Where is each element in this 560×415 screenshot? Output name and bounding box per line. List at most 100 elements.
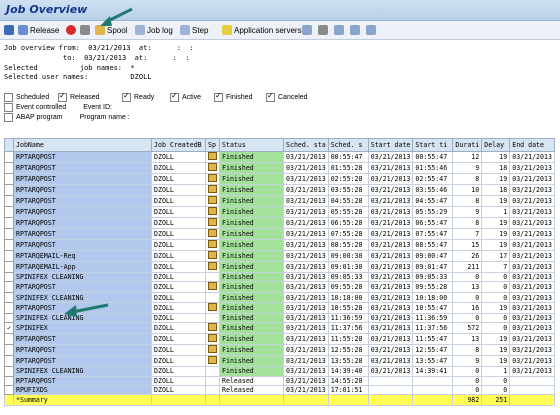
spool-icon[interactable] — [208, 185, 217, 193]
filter-abap-program[interactable]: ABAP program Program name : — [4, 113, 130, 122]
job-log-button[interactable]: Job log — [135, 24, 173, 36]
table-row[interactable]: RPTARQPOST DZOLL Finished 03/21/2013 11:55:2… — [4, 333, 555, 346]
finished-checkbox[interactable] — [214, 91, 223, 102]
release-button[interactable]: Release — [18, 24, 59, 36]
row-select-checkbox[interactable] — [4, 366, 14, 377]
table-row[interactable]: RPTARQPOST DZOLL Finished 03/21/2013 08:55:2… — [4, 239, 555, 251]
column-header[interactable]: Start date — [367, 138, 414, 152]
spool-icon[interactable] — [208, 323, 217, 332]
table-row[interactable]: ✓ SPINIFEX DZOLL Finished 03/21/2013 11:37:56… — [4, 322, 555, 335]
table-row[interactable]: RPTARQPOST DZOLL Finished 03/21/2013 03:55:2… — [4, 184, 555, 196]
spool-icon[interactable] — [208, 303, 217, 311]
filter-active[interactable]: Active — [170, 91, 201, 102]
table-row[interactable]: RPTARQEMAIL-Req DZOLL Finished 03/21/2013 09… — [4, 250, 555, 262]
filter-event-controlled[interactable]: Event controlled Event ID: — [4, 103, 112, 112]
column-header[interactable]: Sched. sta — [283, 138, 329, 152]
table-row[interactable]: RPTARQPOST DZOLL Finished 03/21/2013 13:55:2… — [4, 355, 555, 368]
row-select-checkbox[interactable] — [4, 312, 14, 324]
delete-button[interactable] — [80, 24, 90, 36]
event-controlled-checkbox[interactable] — [4, 103, 13, 112]
filter-released[interactable]: Released — [58, 91, 100, 102]
details-button[interactable] — [302, 24, 312, 36]
column-header[interactable]: Sp — [205, 138, 220, 152]
spool-icon[interactable] — [208, 218, 217, 226]
column-header[interactable]: Durati — [452, 138, 483, 152]
table-row[interactable]: RPTARQPOST DZOLL Finished 03/21/2013 12:55:2… — [4, 344, 555, 357]
table-row[interactable]: RPTARQPOST DZOLL Finished 03/21/2013 06:55:2… — [4, 217, 555, 229]
table-row[interactable]: RPUFIXDS DZOLL Released 03/21/2013 17:01:51 0… — [4, 384, 555, 396]
row-select-checkbox[interactable]: ✓ — [4, 322, 14, 335]
row-select-checkbox[interactable] — [4, 333, 14, 346]
row-select-checkbox[interactable] — [4, 239, 14, 251]
row-select-checkbox[interactable] — [4, 195, 14, 207]
spool-icon[interactable] — [208, 262, 217, 270]
table-row[interactable]: RPTARQPOST DZOLL Finished 03/21/2013 04:55:2… — [4, 195, 555, 207]
row-select-checkbox[interactable] — [4, 292, 14, 303]
column-header[interactable]: Status — [219, 138, 284, 152]
row-select-checkbox[interactable] — [4, 151, 14, 163]
spool-icon[interactable] — [208, 345, 217, 354]
filter-ready[interactable]: Ready — [122, 91, 154, 102]
row-select-checkbox[interactable] — [4, 184, 14, 196]
table-row[interactable]: RPTARQPOST DZOLL Finished 03/21/2013 02:55:2… — [4, 173, 555, 185]
filter-scheduled[interactable]: Scheduled — [4, 93, 49, 102]
column-header[interactable]: Job CreatedB — [151, 138, 206, 152]
stop-button[interactable] — [66, 24, 76, 36]
column-header[interactable]: JobName — [13, 138, 152, 152]
row-select-checkbox[interactable] — [4, 375, 14, 386]
column-header[interactable]: End date — [509, 138, 555, 152]
row-select-checkbox[interactable] — [4, 344, 14, 357]
refresh-button[interactable] — [4, 24, 14, 36]
table-row[interactable]: RPTARQPOST DZOLL Finished 03/21/2013 00:55:4… — [4, 151, 555, 163]
table-row[interactable]: RPTARQPOST DZOLL Finished 03/21/2013 01:55:2… — [4, 162, 555, 174]
row-select-checkbox[interactable] — [4, 301, 14, 314]
application-servers-button[interactable]: Application servers — [222, 24, 302, 36]
released-checkbox[interactable] — [58, 91, 67, 102]
spool-icon[interactable] — [208, 334, 217, 343]
row-select-checkbox[interactable] — [4, 250, 14, 262]
row-select-checkbox[interactable] — [4, 271, 14, 283]
spool-icon[interactable] — [208, 207, 217, 215]
table-row[interactable]: SPINIFEX CLEANING DZOLL Finished 03/21/2013… — [4, 271, 555, 283]
row-select-checkbox[interactable] — [4, 162, 14, 174]
table-row[interactable]: RPTARQEMAIL-App DZOLL Finished 03/21/2013 09… — [4, 261, 555, 273]
spool-icon[interactable] — [208, 196, 217, 204]
spool-icon[interactable] — [208, 229, 217, 237]
spool-icon[interactable] — [208, 282, 217, 291]
row-select-checkbox[interactable] — [4, 228, 14, 240]
row-select-checkbox[interactable] — [4, 281, 14, 294]
scheduled-checkbox[interactable] — [4, 93, 13, 102]
spool-icon[interactable] — [208, 356, 217, 365]
column-header[interactable]: Start ti — [412, 138, 454, 152]
sum-button[interactable] — [366, 24, 376, 36]
row-select-checkbox[interactable] — [4, 384, 14, 396]
sort-button[interactable] — [334, 24, 344, 36]
select-all-header[interactable] — [4, 138, 14, 152]
column-header[interactable]: Sched. s — [327, 138, 369, 152]
spool-icon[interactable] — [208, 174, 217, 182]
filter-button[interactable] — [350, 24, 360, 36]
table-row[interactable]: SPINIFEX CLEANING DZOLL Finished 03/21/2013… — [4, 366, 555, 377]
step-button[interactable]: Step — [180, 24, 208, 36]
row-select-checkbox[interactable] — [4, 217, 14, 229]
spool-icon[interactable] — [208, 163, 217, 171]
layout-button[interactable] — [318, 24, 328, 36]
table-row[interactable]: RPTARQPOST DZOLL Released 03/21/2013 14:55:2… — [4, 375, 555, 386]
abap-program-checkbox[interactable] — [4, 113, 13, 122]
ready-checkbox[interactable] — [122, 91, 131, 102]
row-select-checkbox[interactable] — [4, 261, 14, 273]
table-row[interactable]: RPTARQPOST DZOLL Finished 03/21/2013 05:55:2… — [4, 206, 555, 218]
table-row[interactable]: RPTARQPOST DZOLL Finished 03/21/2013 09:55:2… — [4, 281, 555, 294]
spool-icon[interactable] — [208, 152, 217, 160]
canceled-checkbox[interactable] — [266, 91, 275, 102]
filter-finished[interactable]: Finished — [214, 91, 252, 102]
active-checkbox[interactable] — [170, 91, 179, 102]
column-header[interactable]: Delay — [481, 138, 511, 152]
row-select-checkbox[interactable] — [4, 355, 14, 368]
row-select-checkbox[interactable] — [4, 173, 14, 185]
table-row[interactable]: RPTARQPOST DZOLL Finished 03/21/2013 07:55:2… — [4, 228, 555, 240]
spool-icon[interactable] — [208, 240, 217, 248]
row-select-checkbox[interactable] — [4, 206, 14, 218]
spool-icon[interactable] — [208, 251, 217, 259]
filter-canceled[interactable]: Canceled — [266, 91, 308, 102]
